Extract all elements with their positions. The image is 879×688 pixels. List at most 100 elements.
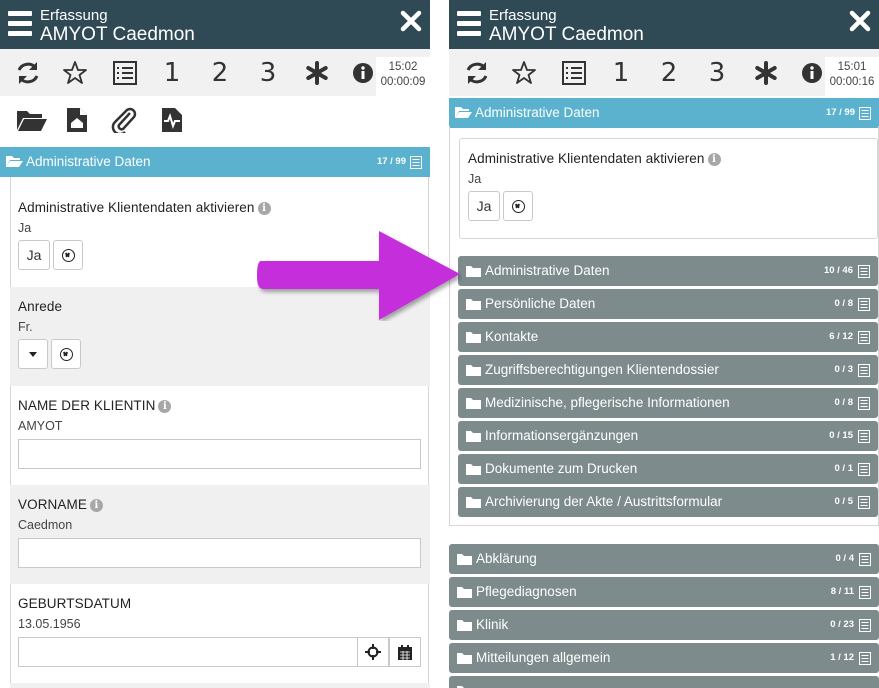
field-label: Administrative Klientendaten aktivieren [18,200,255,215]
document-iconbar [0,96,430,145]
section-pflegediagnosen[interactable]: Pflegediagnosen 8 / 11 [449,577,879,607]
section-header-administrative-daten[interactable]: Administrative Daten 17 / 99 [0,147,430,177]
list-icon[interactable] [859,586,871,599]
field-value: Caedmon [18,518,73,532]
section-abklaerung[interactable]: Abklärung 0 / 4 [449,544,879,574]
list-icon[interactable] [858,298,870,311]
crosshair-button[interactable] [357,637,389,667]
section-count: 17 / 99 [825,107,855,118]
hamburger-menu-icon[interactable] [457,11,481,37]
section-label: Administrative Daten [475,105,600,120]
list-icon[interactable] [858,331,870,344]
subsection-count: 0 / 8 [834,397,854,408]
list-icon[interactable] [561,60,587,86]
subsection-kontakte[interactable]: Kontakte 6 / 12 [458,322,878,352]
page-1-button[interactable]: 1 [611,58,631,88]
subsection-label: Persönliche Daten [485,296,596,311]
subsection-label: Archivierung der Akte / Austrittsformula… [485,494,723,509]
section-header-administrative-daten[interactable]: Administrative Daten 17 / 99 [449,98,879,128]
list-icon[interactable] [859,619,871,632]
close-icon[interactable] [849,10,871,32]
clear-button[interactable] [503,191,533,221]
toolbar: 1 2 3 15:02 00:00:09 [0,49,430,97]
section-label: Pflegediagnosen [476,584,577,599]
ja-button[interactable]: Ja [468,191,500,221]
page-2-button[interactable]: 2 [659,58,679,88]
geburtsdatum-input[interactable] [18,637,357,667]
section-mitteilungen-allgemein[interactable]: Mitteilungen allgemein 1 / 12 [449,643,879,673]
info-icon[interactable]: i [707,153,721,166]
page-3-button[interactable]: 3 [707,58,727,88]
subsection-zugriffsberechtigungen[interactable]: Zugriffsberechtigungen Klientendossier 0… [458,355,878,385]
subsection-count: 0 / 8 [834,298,854,309]
section-label: Klinik [476,617,509,632]
document-home-icon[interactable] [66,107,88,133]
subsection-label: Administrative Daten [485,263,610,278]
field-value: Fr. [18,320,33,334]
folder-open-icon[interactable] [16,107,48,133]
right-panel: Erfassung AMYOT Caedmon 1 2 3 15:01 00:0… [449,0,879,688]
list-icon[interactable] [112,60,138,86]
subsection-dokumente-zum-drucken[interactable]: Dokumente zum Drucken 0 / 1 [458,454,878,484]
clear-button[interactable] [53,240,83,270]
info-icon[interactable] [352,60,374,86]
close-icon[interactable] [400,10,422,32]
field-value: Ja [468,172,482,186]
page-3-button[interactable]: 3 [258,58,278,88]
dropdown-button[interactable] [18,339,48,369]
calendar-button[interactable] [389,637,421,667]
list-icon[interactable] [858,430,870,443]
list-icon[interactable] [859,652,871,665]
paperclip-icon[interactable] [110,107,138,133]
star-icon[interactable] [511,60,537,86]
arrow-shape [257,231,460,320]
section-label: Abklärung [476,551,537,566]
info-icon[interactable] [801,60,823,86]
subsection-administrative-daten[interactable]: Administrative Daten 10 / 46 [458,256,878,286]
session-timer: 15:02 00:00:09 [376,57,430,97]
refresh-icon[interactable] [14,60,42,86]
list-icon[interactable] [858,364,870,377]
subsection-medizinische-informationen[interactable]: Medizinische, pflegerische Informationen… [458,388,878,418]
medical-document-icon[interactable] [160,107,184,133]
folder-icon [457,554,472,565]
page-1-button[interactable]: 1 [162,58,182,88]
folder-icon [466,299,481,310]
list-icon[interactable] [859,553,871,566]
subsection-label: Kontakte [485,329,539,344]
hamburger-menu-icon[interactable] [8,11,32,37]
list-icon[interactable] [859,107,871,120]
subsection-informationsergaenzungen[interactable]: Informationsergänzungen 0 / 15 [458,421,878,451]
field-name: NAME DER KLIENTIN i AMYOT [10,386,430,485]
app-header: Erfassung AMYOT Caedmon [0,0,430,49]
folder-icon [466,266,481,277]
folder-icon [457,587,472,598]
asterisk-icon[interactable] [754,60,778,86]
section-klinik[interactable]: Klinik 0 / 23 [449,610,879,640]
asterisk-icon[interactable] [305,60,329,86]
vorname-input[interactable] [18,538,421,568]
list-icon[interactable] [858,496,870,509]
folder-icon [466,431,481,442]
name-input[interactable] [18,439,421,469]
clear-button[interactable] [51,339,81,369]
section-cut-off[interactable] [449,676,879,688]
refresh-icon[interactable] [463,60,491,86]
folder-icon [466,365,481,376]
clock-time: 15:01 [837,61,867,73]
page-2-button[interactable]: 2 [210,58,230,88]
info-icon[interactable]: i [257,202,271,215]
crosshair-icon [365,644,381,660]
subsection-persoenliche-daten[interactable]: Persönliche Daten 0 / 8 [458,289,878,319]
list-icon[interactable] [858,463,870,476]
list-icon[interactable] [858,397,870,410]
info-icon[interactable]: i [158,400,172,413]
subsection-archivierung[interactable]: Archivierung der Akte / Austrittsformula… [458,487,878,517]
ja-button[interactable]: Ja [18,240,50,270]
info-icon[interactable]: i [89,499,103,512]
list-icon[interactable] [410,156,422,169]
list-icon[interactable] [858,265,870,278]
folder-icon [466,497,481,508]
star-icon[interactable] [62,60,88,86]
field-label: NAME DER KLIENTIN [18,398,156,413]
